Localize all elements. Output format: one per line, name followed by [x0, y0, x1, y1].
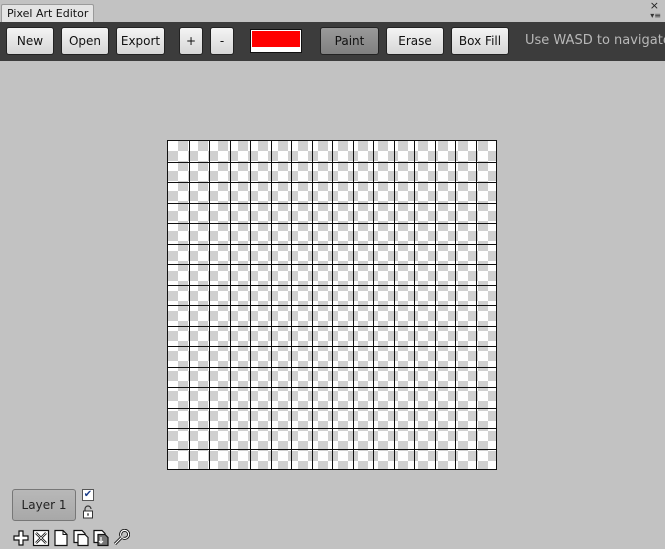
box-fill-tool-button[interactable]: Box Fill: [451, 27, 509, 55]
window-tab[interactable]: Pixel Art Editor: [1, 4, 95, 22]
close-icon[interactable]: ×: [650, 0, 659, 11]
delete-layer-icon[interactable]: [32, 529, 50, 547]
erase-tool-button[interactable]: Erase: [386, 27, 444, 55]
window-menu-icon[interactable]: ▾≡: [650, 11, 661, 20]
merge-layer-icon[interactable]: [92, 529, 110, 547]
new-page-icon[interactable]: [52, 529, 70, 547]
export-button[interactable]: Export: [116, 27, 165, 55]
toolbar: New Open Export + - Paint Erase Box Fill…: [0, 22, 665, 61]
new-button[interactable]: New: [6, 27, 54, 55]
layer-visibility-checkbox[interactable]: ✔: [82, 489, 94, 501]
window-titlebar: Pixel Art Editor × ▾≡: [0, 0, 665, 22]
open-button[interactable]: Open: [61, 27, 109, 55]
wrench-icon[interactable]: [112, 529, 130, 547]
zoom-in-button[interactable]: +: [179, 27, 203, 55]
add-layer-icon[interactable]: [12, 529, 30, 547]
current-color-fill: [252, 31, 300, 47]
duplicate-layer-icon[interactable]: [72, 529, 90, 547]
paint-tool-button[interactable]: Paint: [320, 27, 379, 55]
layer-item[interactable]: Layer 1: [12, 489, 76, 521]
layer-lock-icon[interactable]: [81, 505, 95, 519]
color-picker-swatch[interactable]: [250, 29, 302, 53]
pixel-grid-lines: [168, 141, 496, 469]
pixel-canvas[interactable]: [167, 140, 497, 470]
zoom-out-button[interactable]: -: [210, 27, 234, 55]
navigation-hint: Use WASD to navigate: [525, 33, 665, 48]
